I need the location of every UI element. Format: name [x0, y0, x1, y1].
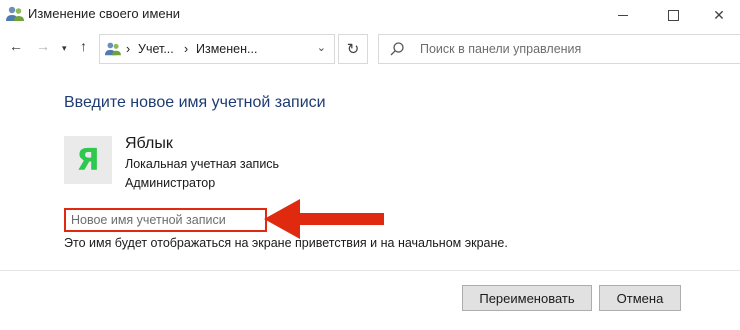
- chevron-down-icon[interactable]: ▾: [62, 43, 67, 54]
- close-button[interactable]: ✕: [696, 0, 740, 30]
- breadcrumb-separator-icon: ›: [184, 42, 189, 56]
- close-icon: ✕: [713, 7, 725, 23]
- address-bar[interactable]: › Учет... › Изменен... ⌄: [99, 34, 335, 64]
- avatar: Я: [64, 136, 112, 184]
- minimize-icon: [618, 14, 628, 16]
- cancel-button[interactable]: Отмена: [599, 285, 681, 311]
- breadcrumb-item[interactable]: Учет...: [138, 42, 174, 56]
- users-icon: [105, 42, 121, 56]
- account-type: Локальная учетная запись: [125, 157, 280, 171]
- minimize-button[interactable]: [600, 0, 646, 30]
- account-role: Администратор: [125, 176, 216, 190]
- back-arrow-icon[interactable]: ←: [9, 38, 23, 54]
- search-placeholder: Поиск в панели управления: [420, 42, 582, 56]
- search-box[interactable]: Поиск в панели управления: [378, 34, 740, 64]
- rename-button[interactable]: Переименовать: [462, 285, 592, 311]
- forward-arrow-icon[interactable]: →: [36, 38, 50, 54]
- breadcrumb-separator-icon: ›: [126, 42, 131, 56]
- page-heading: Введите новое имя учетной записи: [64, 94, 326, 111]
- chevron-down-icon[interactable]: ⌄: [317, 41, 326, 54]
- hint-text: Это имя будет отображаться на экране при…: [64, 236, 508, 250]
- refresh-button[interactable]: ↻: [338, 34, 368, 64]
- new-account-name-input[interactable]: [64, 208, 267, 232]
- account-name: Яблык: [125, 135, 173, 152]
- up-arrow-icon[interactable]: ↑: [80, 38, 87, 54]
- breadcrumb-item[interactable]: Изменен...: [196, 42, 257, 56]
- divider: [0, 270, 740, 271]
- users-icon: [6, 6, 24, 21]
- title-bar: Изменение своего имени ✕: [0, 0, 740, 30]
- maximize-button[interactable]: [650, 0, 696, 30]
- refresh-icon: ↻: [346, 41, 360, 58]
- avatar-letter: Я: [76, 142, 100, 178]
- search-icon: [390, 42, 404, 56]
- maximize-icon: [667, 9, 679, 21]
- window-title: Изменение своего имени: [28, 6, 181, 21]
